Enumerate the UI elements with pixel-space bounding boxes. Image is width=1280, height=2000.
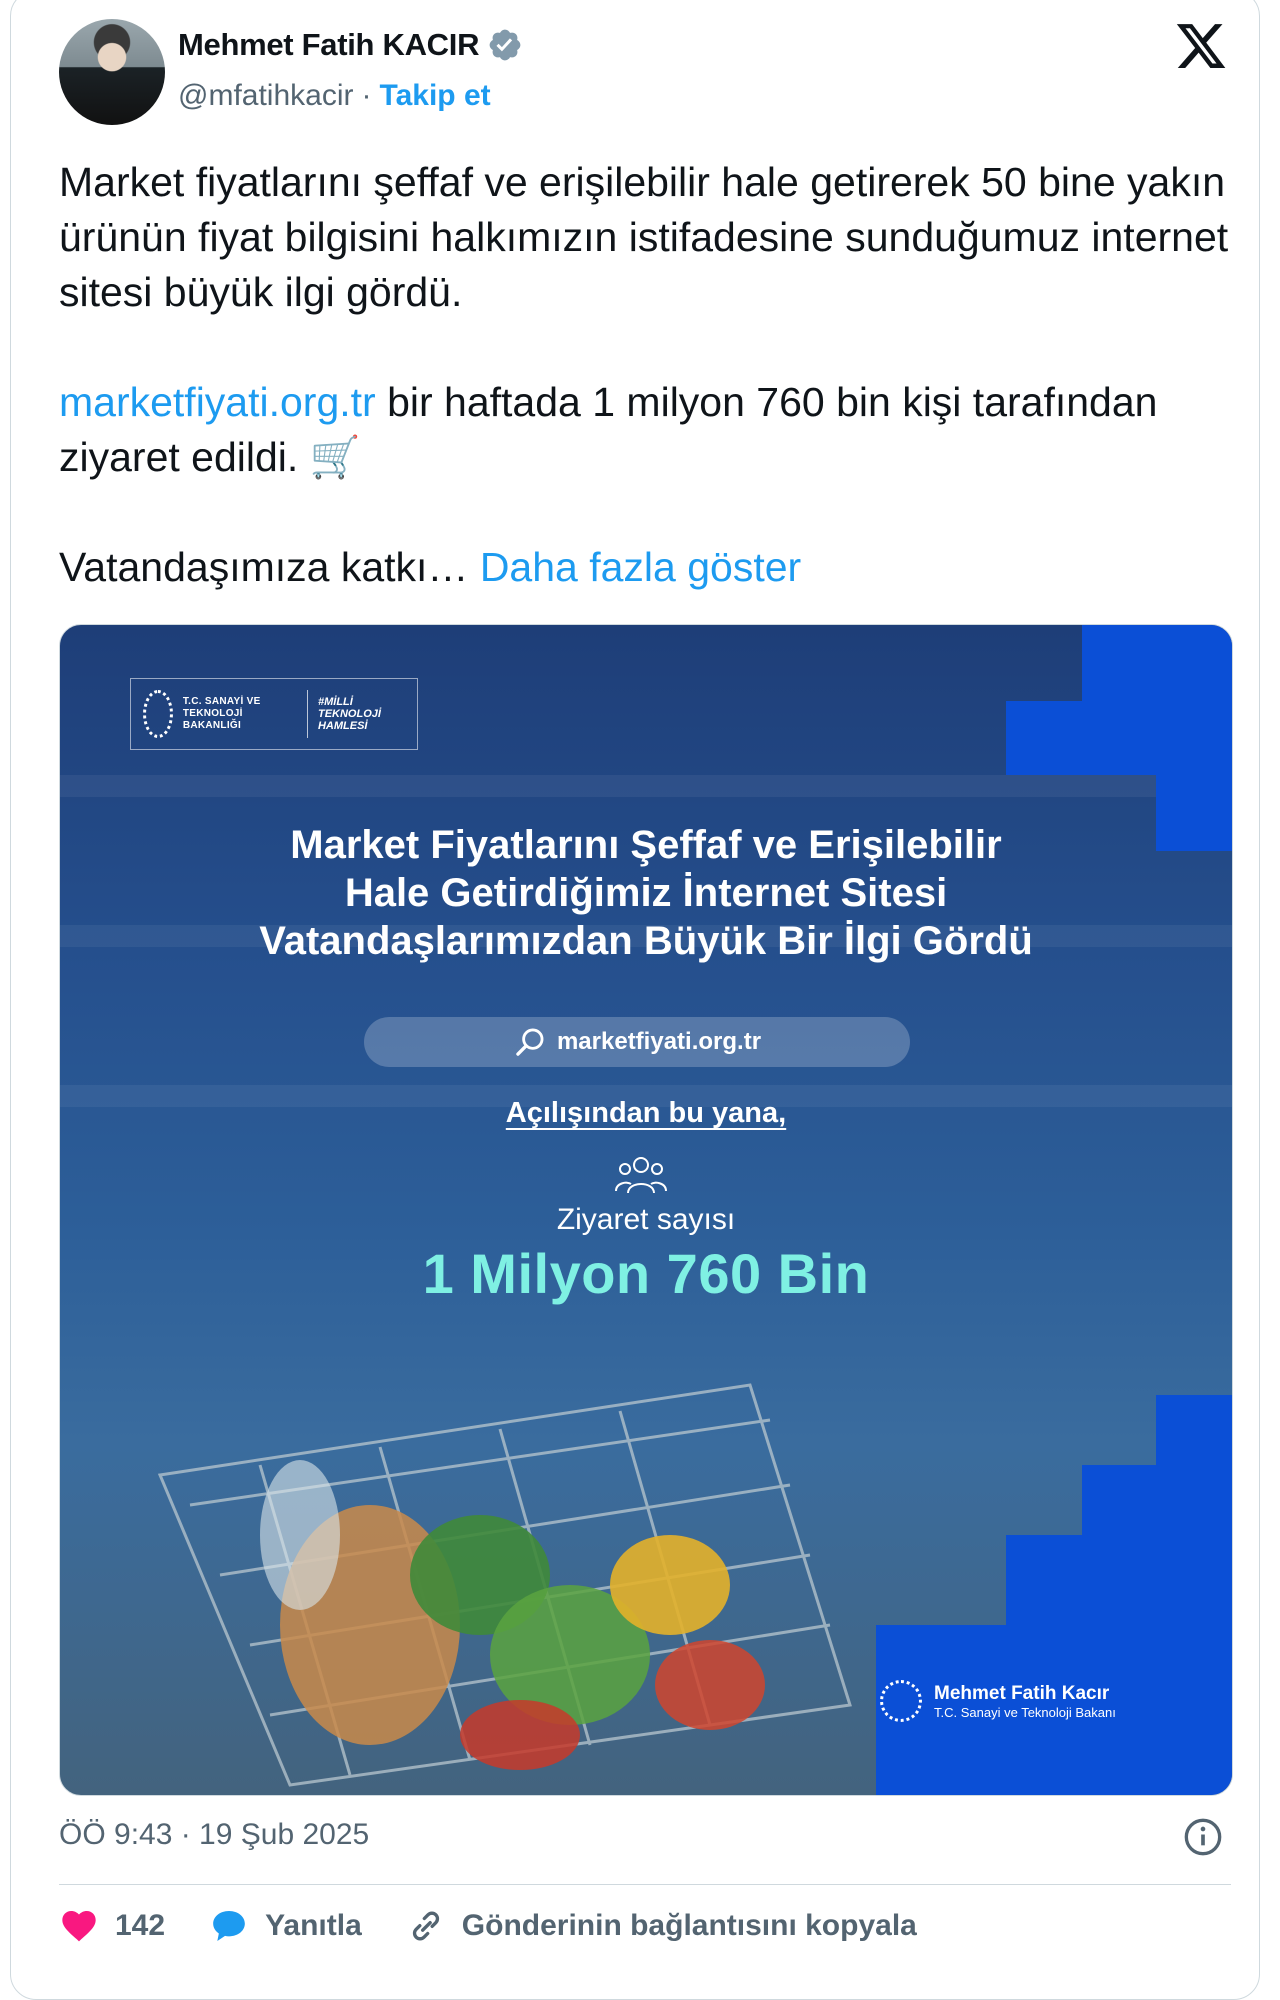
logo-separator — [307, 690, 308, 738]
info-icon[interactable] — [1183, 1817, 1223, 1857]
site-search-pill: marketfiyati.org.tr — [364, 1017, 910, 1067]
decor-square — [1006, 1535, 1082, 1795]
since-opening-text: Açılışından bu yana, — [505, 1097, 787, 1129]
handle-row: @mfatihkacir · Takip et — [178, 79, 491, 113]
tweet-paragraph-3: Vatandaşımıza katkı… Daha fazla göster — [59, 540, 1239, 595]
tweet-image[interactable]: T.C. SANAYİ VE TEKNOLOJİ BAKANLIĞI #MİLL… — [59, 624, 1233, 1796]
headline-line-3: Vatandaşlarımızdan Büyük Bir İlgi Gördü — [259, 919, 1033, 963]
decor-square — [1006, 701, 1082, 775]
separator-dot: · — [361, 79, 372, 112]
ministry-logo: T.C. SANAYİ VE TEKNOLOJİ BAKANLIĞI #MİLL… — [130, 678, 418, 750]
heart-icon — [62, 1911, 96, 1942]
search-icon — [516, 1028, 544, 1056]
verified-badge-icon — [489, 29, 521, 61]
tweet-paragraph-1: Market fiyatlarını şeffaf ve erişilebili… — [59, 159, 1229, 315]
divider — [59, 1884, 1231, 1885]
reply-button[interactable]: Yanıtla — [209, 1906, 362, 1946]
tweet-paragraph-2: marketfiyati.org.tr bir haftada 1 milyon… — [59, 375, 1239, 485]
ministry-seal-icon — [143, 690, 173, 738]
reply-label: Yanıtla — [265, 1909, 362, 1942]
minister-signature: Mehmet Fatih Kacır T.C. Sanayi ve Teknol… — [880, 1680, 1116, 1722]
site-link[interactable]: marketfiyati.org.tr — [59, 379, 376, 425]
action-bar: 142 Yanıtla Gönderinin bağlantısını kopy… — [59, 1906, 961, 1946]
milli-teknoloji-logo: #MİLLİ TEKNOLOJİ HAMLESİ — [317, 696, 381, 732]
headline-line-2: Hale Getirdiğimiz İnternet Sitesi — [344, 871, 948, 915]
shelf-band — [60, 775, 1232, 797]
like-count: 142 — [115, 1909, 166, 1942]
author-handle[interactable]: @mfatihkacir — [178, 79, 354, 113]
since-opening: Açılışından bu yana, — [60, 1097, 1232, 1130]
like-button[interactable]: 142 — [59, 1906, 165, 1946]
signature-seal-icon — [880, 1680, 922, 1722]
author-name-row: Mehmet Fatih KACIR — [178, 27, 523, 63]
image-headline: Market Fiyatlarını Şeffaf ve Erişilebili… — [60, 821, 1232, 965]
signature-name: Mehmet Fatih Kacır — [934, 1682, 1110, 1704]
shopping-cart-photo — [157, 1383, 852, 1787]
visits-value: 1 Milyon 760 Bin — [422, 1242, 870, 1305]
copy-link-button[interactable]: Gönderinin bağlantısını kopyala — [406, 1906, 917, 1946]
decor-square — [1082, 1465, 1232, 1795]
decor-square — [1156, 1395, 1232, 1465]
copy-link-label: Gönderinin bağlantısını kopyala — [461, 1909, 917, 1942]
site-search-text: marketfiyati.org.tr — [556, 1028, 762, 1055]
tweet-text: Market fiyatlarını şeffaf ve erişilebili… — [59, 155, 1239, 595]
people-icon — [615, 1157, 667, 1194]
x-logo-icon[interactable] — [1174, 19, 1228, 73]
ministry-logo-text: T.C. SANAYİ VE TEKNOLOJİ BAKANLIĞI — [182, 696, 261, 731]
headline-line-1: Market Fiyatlarını Şeffaf ve Erişilebili… — [290, 823, 1002, 867]
link-icon — [412, 1911, 439, 1941]
follow-button[interactable]: Takip et — [380, 79, 491, 113]
show-more-link[interactable]: Daha fazla göster — [480, 544, 801, 590]
reply-bubble-icon — [213, 1911, 245, 1941]
tweet-timestamp[interactable]: ÖÖ 9:43 · 19 Şub 2025 — [59, 1818, 369, 1852]
author-name[interactable]: Mehmet Fatih KACIR — [178, 27, 479, 63]
decor-square — [1082, 625, 1232, 775]
visits-label: Ziyaret sayısı — [556, 1203, 736, 1236]
avatar[interactable] — [59, 19, 165, 125]
tweet-card: Mehmet Fatih KACIR @mfatihkacir · Takip … — [10, 0, 1260, 2000]
tweet-paragraph-3-text: Vatandaşımıza katkı… — [59, 544, 469, 590]
signature-title: T.C. Sanayi ve Teknoloji Bakanı — [934, 1704, 1116, 1720]
